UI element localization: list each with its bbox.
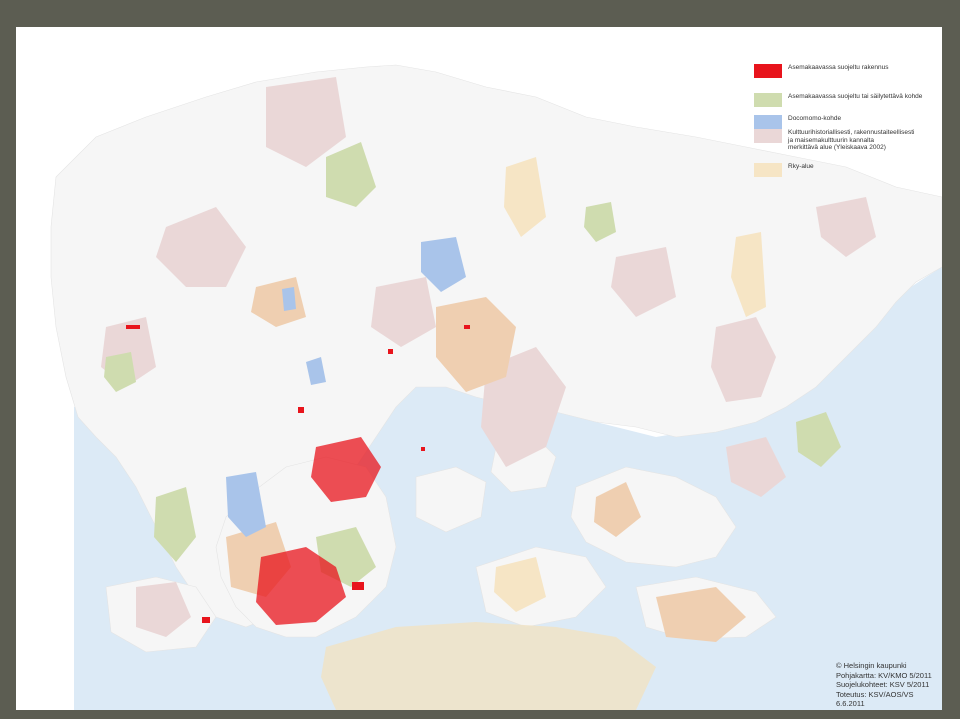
legend-swatch	[754, 129, 782, 143]
slide-frame: Asemakaavassa suojeltu rakennus Asemakaav…	[0, 0, 960, 719]
legend-swatch	[754, 93, 782, 107]
legend-item-1: Asemakaavassa suojeltu rakennus	[754, 64, 942, 78]
legend-item-5: Rky-alue	[754, 163, 942, 177]
docomomo-area-3	[282, 287, 296, 311]
legend-label: Kulttuurihistoriallisesti, rakennustaite…	[788, 129, 915, 151]
legend-item-4: Kulttuurihistoriallisesti, rakennustaite…	[754, 129, 942, 152]
map-credits: © Helsingin kaupunki Pohjakartta: KV/KMO…	[836, 661, 932, 708]
legend-swatch	[754, 64, 782, 78]
legend-item-3: Docomomo-kohde	[754, 115, 942, 129]
legend-label: Asemakaavassa suojeltu rakennus	[788, 64, 889, 71]
legend-item-2: Asemakaavassa suojeltu tai säilytettävä …	[754, 93, 942, 107]
legend-label: Docomomo-kohde	[788, 115, 842, 122]
legend-swatch	[754, 163, 782, 177]
legend-label: Asemakaavassa suojeltu tai säilytettävä …	[788, 93, 923, 100]
legend-swatch	[754, 115, 782, 129]
map-sheet: Asemakaavassa suojeltu rakennus Asemakaav…	[16, 27, 942, 710]
legend-label: Rky-alue	[788, 163, 814, 170]
